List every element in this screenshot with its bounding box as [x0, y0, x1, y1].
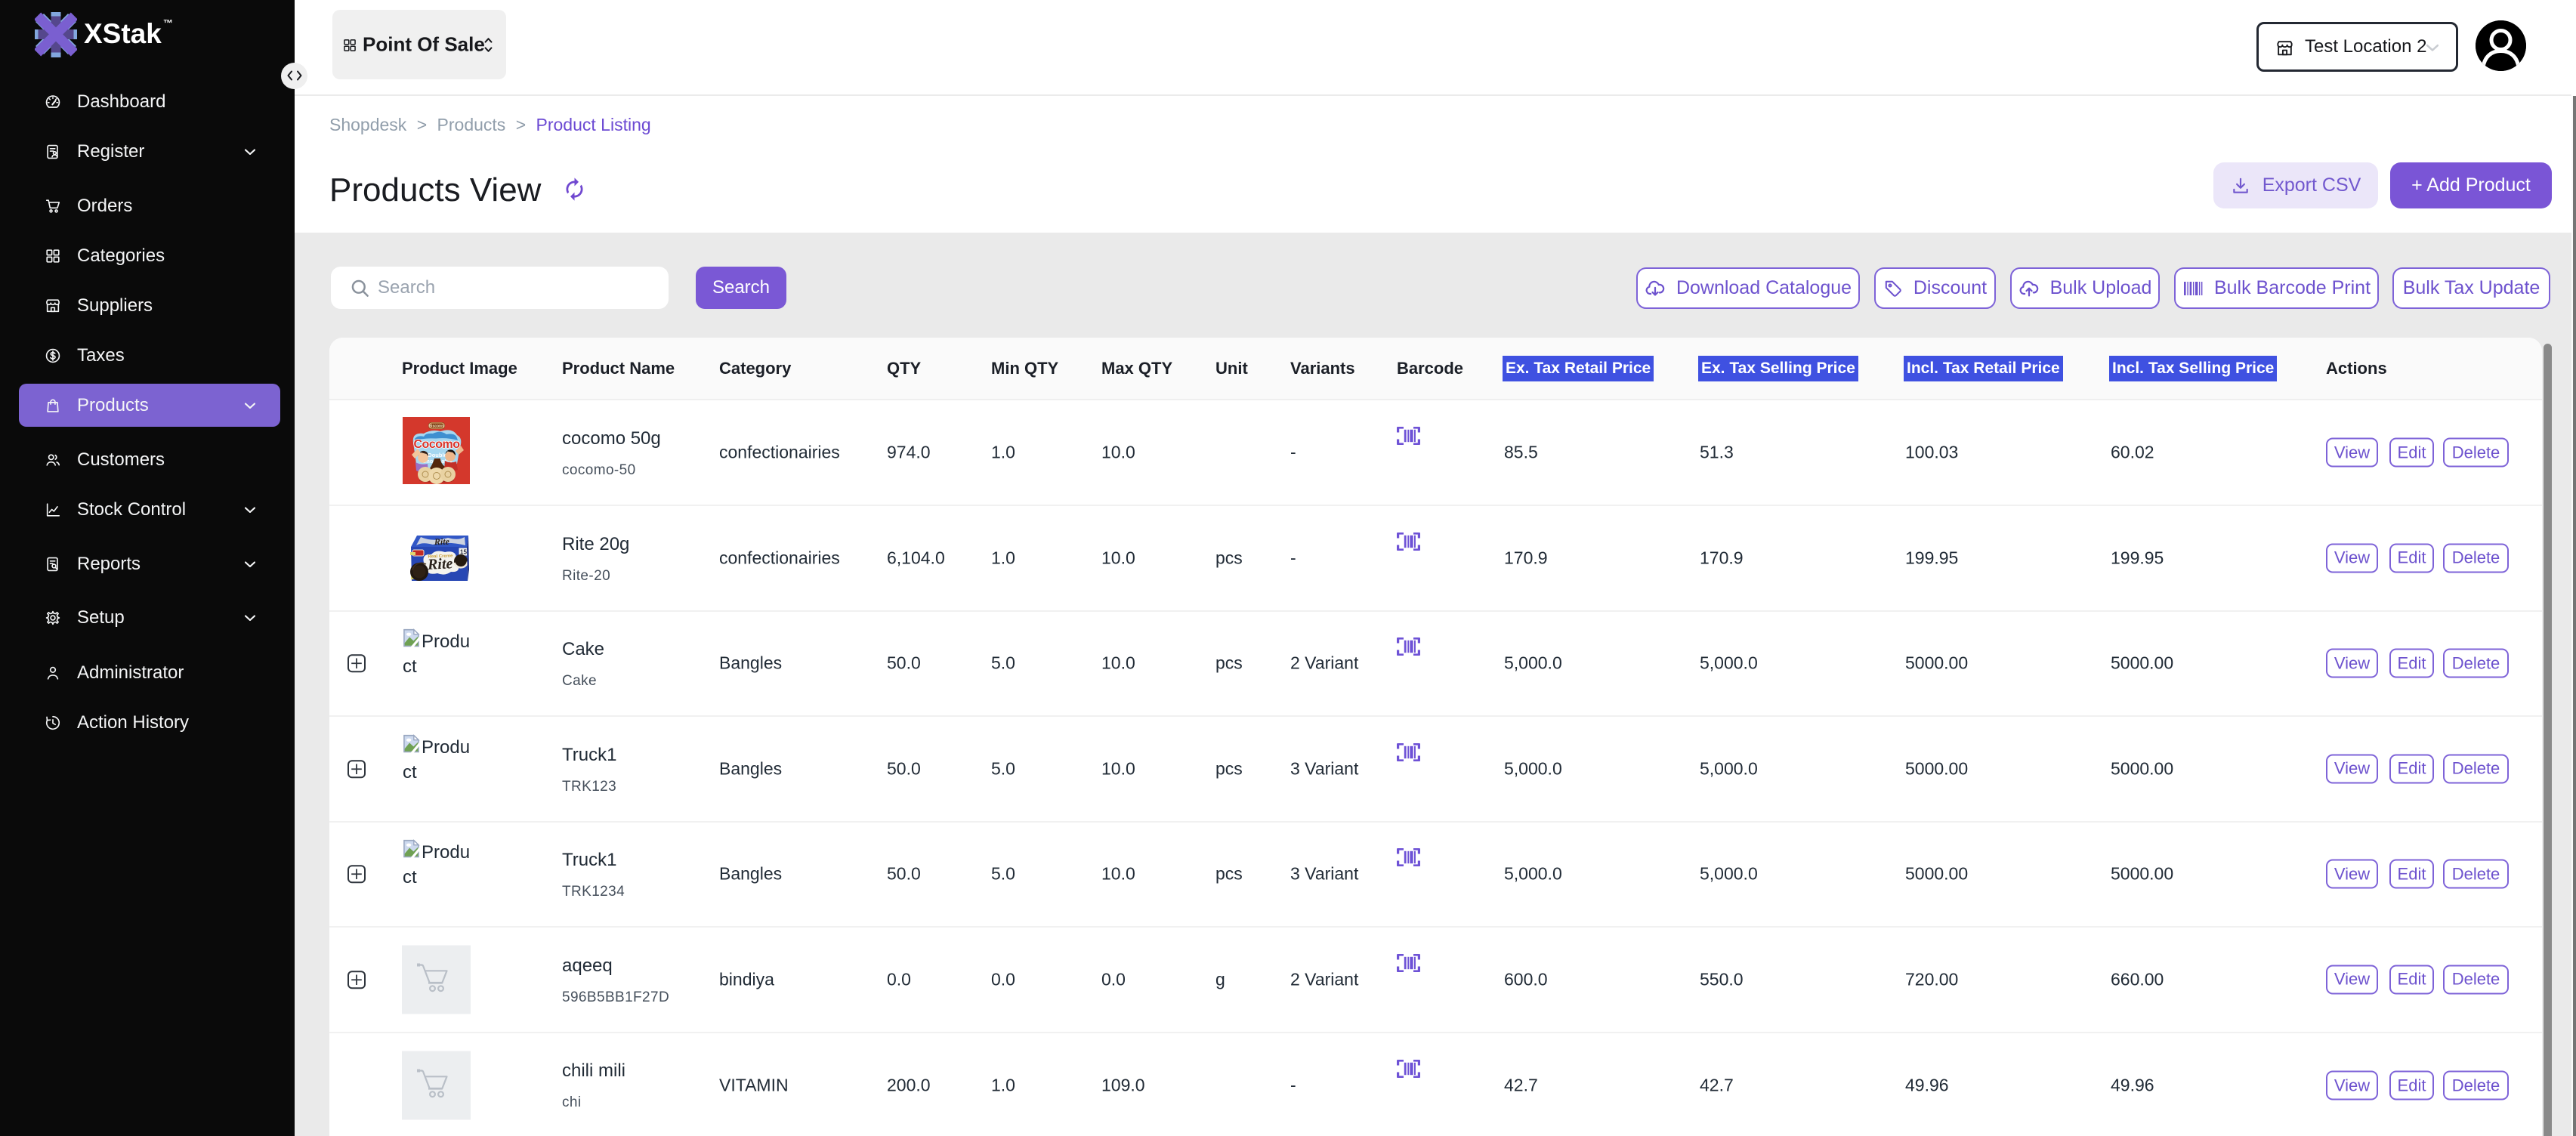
svg-text:Cocomo: Cocomo [414, 438, 461, 451]
svg-text:Real Creme: Real Creme [428, 554, 453, 559]
svg-text:Bisconni: Bisconni [428, 424, 445, 429]
svg-text:Rite: Rite [434, 536, 450, 547]
